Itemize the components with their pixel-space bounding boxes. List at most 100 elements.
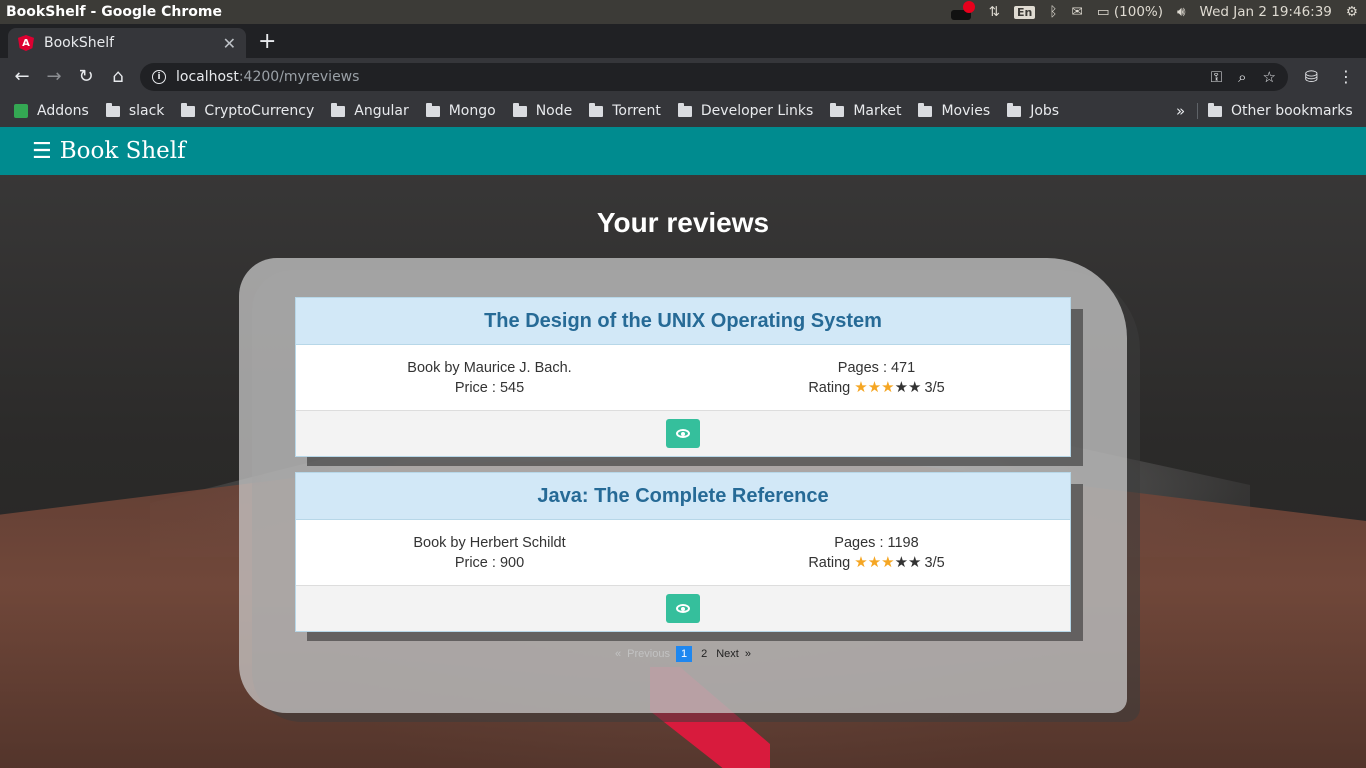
star-filled-icon: ★	[854, 553, 868, 571]
pagination-next[interactable]: Next	[716, 648, 739, 660]
review-actions	[296, 585, 1070, 631]
os-indicators: ⇅ En ᛒ ✉ ▭ (100%) 🔊︎ Wed Jan 2 19:46:39 …	[950, 1, 1366, 20]
settings-gear-icon[interactable]: ⚙	[1346, 4, 1358, 20]
bookmark-label: Market	[853, 103, 902, 119]
folder-icon	[105, 102, 120, 117]
rating-text: 3/5	[924, 379, 945, 396]
other-bookmarks[interactable]: Other bookmarks	[1208, 102, 1353, 119]
bookmark-developer-links[interactable]: Developer Links	[677, 102, 813, 119]
status-indicator-icon[interactable]	[950, 1, 975, 20]
bookmark-angular[interactable]: Angular	[331, 102, 409, 119]
pagination-first: «	[615, 648, 622, 660]
folder-icon	[512, 102, 527, 117]
zoom-icon[interactable]: ⌕	[1238, 68, 1246, 86]
review-author: Book by Maurice J. Bach.	[407, 359, 572, 376]
folder-icon	[181, 102, 196, 117]
tab-bookshelf[interactable]: A BookShelf ✕	[8, 28, 246, 58]
bookmark-movies[interactable]: Movies	[918, 102, 991, 119]
volume-icon[interactable]: 🔊︎	[1177, 4, 1186, 20]
star-filled-icon: ★	[854, 378, 868, 396]
bookmark-mongo[interactable]: Mongo	[425, 102, 496, 119]
close-tab-icon[interactable]: ✕	[223, 34, 236, 53]
battery-icon: ▭	[1096, 4, 1110, 20]
bluetooth-icon[interactable]: ᛒ	[1049, 4, 1057, 20]
pagination-last[interactable]: »	[745, 648, 751, 660]
review-pages: Pages : 1198	[834, 534, 919, 551]
review-rating: Rating ★ ★ ★ ★ ★ 3/5	[808, 553, 944, 573]
bookmark-star-icon[interactable]: ☆	[1263, 68, 1276, 86]
star-empty-icon: ★	[908, 553, 922, 571]
bookmark-jobs[interactable]: Jobs	[1007, 102, 1060, 119]
rating-label: Rating	[808, 554, 851, 571]
new-tab-button[interactable]: +	[258, 29, 276, 54]
review-pages: Pages : 471	[837, 359, 916, 376]
review-details: Book by Maurice J. Bach. Price : 545 Pag…	[296, 345, 1070, 410]
bookmark-node[interactable]: Node	[512, 102, 572, 119]
bookmark-label: Torrent	[612, 103, 661, 119]
folder-icon	[331, 102, 346, 117]
puzzle-icon	[14, 104, 28, 118]
reload-button[interactable]: ↻	[70, 66, 102, 87]
pagination-page-current[interactable]: 1	[675, 646, 693, 662]
star-filled-icon: ★	[881, 553, 895, 571]
folder-icon	[918, 102, 933, 117]
view-review-button[interactable]	[666, 419, 700, 448]
view-review-button[interactable]	[666, 594, 700, 623]
chrome-menu-icon[interactable]: ⋮	[1338, 67, 1354, 86]
home-button[interactable]: ⌂	[102, 66, 134, 87]
url-host: localhost	[176, 69, 239, 85]
url-path: :4200/myreviews	[238, 69, 360, 85]
forward-button[interactable]: →	[38, 66, 70, 87]
incognito-extension-icon[interactable]: ⛁	[1305, 67, 1318, 86]
back-button[interactable]: ←	[6, 66, 38, 87]
clock[interactable]: Wed Jan 2 19:46:39	[1200, 4, 1332, 20]
bookmark-slack[interactable]: slack	[105, 102, 165, 119]
site-info-icon[interactable]: i	[152, 70, 166, 84]
rating-stars: ★ ★ ★ ★ ★	[854, 553, 921, 573]
review-card: Java: The Complete Reference Book by Her…	[295, 472, 1071, 632]
battery-percent: (100%)	[1113, 4, 1164, 20]
rating-label: Rating	[808, 379, 851, 396]
bookmark-label: Mongo	[448, 103, 496, 119]
bookmark-addons[interactable]: Addons	[14, 103, 89, 119]
bookmark-label: slack	[128, 103, 165, 119]
battery-indicator[interactable]: ▭ (100%)	[1097, 4, 1163, 20]
review-price: Price : 900	[454, 554, 525, 571]
star-filled-icon: ★	[867, 553, 882, 571]
folder-icon	[830, 102, 845, 117]
browser-toolbar: ← → ↻ ⌂ i localhost:4200/myreviews ⚿ ⌕ ☆…	[0, 58, 1366, 95]
mail-icon[interactable]: ✉	[1072, 4, 1083, 20]
review-author: Book by Herbert Schildt	[413, 534, 566, 551]
folder-icon	[1208, 102, 1222, 117]
pagination-previous: Previous	[627, 648, 670, 660]
page-title: Your reviews	[596, 207, 770, 238]
star-filled-icon: ★	[867, 378, 882, 396]
review-price: Price : 545	[454, 379, 525, 396]
pagination-page[interactable]: 2	[698, 646, 710, 662]
key-icon[interactable]: ⚿	[1211, 68, 1222, 86]
bookmark-label: Jobs	[1030, 103, 1060, 119]
address-bar[interactable]: i localhost:4200/myreviews ⚿ ⌕ ☆	[140, 63, 1288, 91]
toolbar-right: ⛁ ⋮	[1305, 58, 1354, 95]
network-icon[interactable]: ⇅	[989, 4, 1000, 20]
more-bookmarks-button[interactable]: »	[1176, 102, 1185, 120]
review-right-column: Pages : 471 Rating ★ ★ ★ ★ ★ 3/5	[683, 345, 1070, 410]
folder-icon	[589, 102, 604, 117]
bookmarks-bar: Addons slack CryptoCurrency Angular Mong…	[0, 95, 1366, 127]
star-empty-icon: ★	[894, 553, 909, 571]
window-title: BookShelf - Google Chrome	[6, 4, 222, 20]
rating-text: 3/5	[924, 554, 945, 571]
bookmark-label: Movies	[941, 103, 991, 119]
review-title: Java: The Complete Reference	[296, 473, 1070, 520]
omnibox-actions: ⚿ ⌕ ☆	[1211, 68, 1288, 86]
angular-favicon-icon: A	[18, 35, 34, 51]
rating-stars: ★ ★ ★ ★ ★	[854, 378, 921, 398]
bookmark-torrent[interactable]: Torrent	[589, 102, 661, 119]
bookmark-cryptocurrency[interactable]: CryptoCurrency	[181, 102, 314, 119]
app-brand[interactable]: Book Shelf	[60, 138, 186, 164]
keyboard-layout-indicator[interactable]: En	[1014, 5, 1036, 19]
app-header: ☰ Book Shelf	[0, 127, 1366, 175]
bookmark-market[interactable]: Market	[830, 102, 902, 119]
tab-strip: A BookShelf ✕ +	[0, 24, 1366, 58]
hamburger-menu-icon[interactable]: ☰	[32, 139, 52, 164]
